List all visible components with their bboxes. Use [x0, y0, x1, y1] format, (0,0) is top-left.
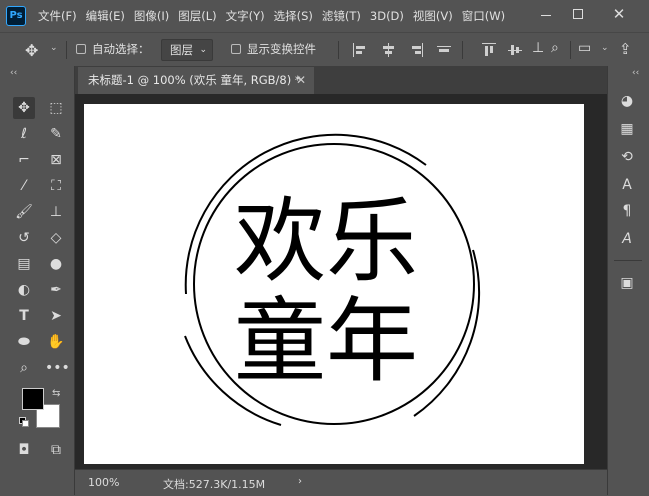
menu-window[interactable]: 窗口(W) [462, 8, 510, 24]
lasso-tool-icon[interactable]: ℓ [13, 123, 35, 145]
history-panel-icon[interactable]: ⟲ [616, 146, 638, 168]
move-options-icon[interactable]: ✥ [25, 41, 38, 60]
ellipse-tool-icon[interactable]: ⬬ [13, 331, 35, 353]
dodge-tool-icon[interactable]: ◐ [13, 279, 35, 301]
right-panel-dock: ‹‹ ◕ ▦ ⟲ A ¶ A ▣ [607, 66, 649, 495]
divider [570, 41, 571, 59]
type-tool-icon[interactable]: T [13, 305, 35, 327]
minimize-button[interactable] [541, 15, 551, 16]
spot-healing-tool-icon[interactable]: ⛶ [45, 175, 67, 197]
menu-layer[interactable]: 图层(L) [178, 8, 221, 24]
auto-select-label: 自动选择： [92, 42, 150, 56]
marquee-tool-icon[interactable]: ⬚ [45, 97, 67, 119]
menu-type[interactable]: 文字(Y) [226, 8, 270, 24]
share-icon[interactable]: ⇪ [619, 40, 632, 58]
chevron-down-icon[interactable]: ⌄ [601, 43, 609, 53]
zoom-tool-icon[interactable]: ⌕ [13, 357, 35, 379]
art-text-line2[interactable]: 童年 [234, 296, 418, 388]
document-size-info: 文档:527.3K/1.15M [163, 478, 266, 491]
divider [66, 41, 67, 59]
photoshop-logo: Ps [6, 6, 26, 26]
glyphs-panel-icon[interactable]: A [616, 228, 638, 250]
history-brush-tool-icon[interactable]: ↺ [13, 227, 35, 249]
maximize-button[interactable] [573, 9, 583, 19]
document-tab[interactable]: 未标题-1 @ 100% (欢乐 童年, RGB/8) * ✕ [78, 67, 314, 94]
chevron-down-icon: ⌄ [199, 45, 207, 55]
character-panel-icon[interactable]: A [616, 174, 638, 196]
close-tab-icon[interactable]: ✕ [296, 67, 306, 94]
default-colors-icon[interactable] [19, 417, 29, 427]
path-selection-tool-icon[interactable]: ➤ [45, 305, 67, 327]
auto-select-checkbox[interactable] [76, 44, 86, 54]
distribute-top-icon[interactable] [482, 43, 496, 57]
show-transform-checkbox[interactable] [231, 44, 241, 54]
3d-mode-icon[interactable]: ▭ [578, 40, 591, 56]
layers-panel-icon[interactable]: ▣ [616, 272, 638, 294]
align-left-icon[interactable] [353, 43, 367, 57]
collapse-icon[interactable]: ‹‹ [10, 68, 17, 78]
auto-select-target-dropdown[interactable]: 图层 ⌄ [161, 39, 213, 61]
divider [338, 41, 339, 59]
crop-tool-icon[interactable]: ⌐ [13, 149, 35, 171]
menu-view[interactable]: 视图(V) [413, 8, 458, 24]
more-tools-icon[interactable]: ••• [45, 357, 70, 379]
pen-tool-icon[interactable]: ✒ [45, 279, 67, 301]
document-tab-title: 未标题-1 @ 100% (欢乐 童年, RGB/8) * [88, 73, 301, 87]
zoom-level[interactable]: 100% [88, 476, 119, 489]
menu-select[interactable]: 选择(S) [274, 8, 318, 24]
magnify-icon[interactable]: ⌕ [551, 40, 559, 56]
distribute-bottom-icon[interactable]: ⊥ [532, 40, 544, 56]
quick-selection-tool-icon[interactable]: ✎ [45, 123, 67, 145]
quick-mask-icon[interactable]: ◘ [13, 439, 35, 461]
menu-3d[interactable]: 3D(D) [370, 9, 409, 23]
screen-mode-icon[interactable]: ⧉ [45, 439, 67, 461]
brush-tool-icon[interactable]: 🖌 [13, 201, 35, 223]
frame-tool-icon[interactable]: ⊠ [45, 149, 67, 171]
foreground-color-swatch[interactable] [22, 388, 44, 410]
divider [614, 260, 642, 261]
color-panel-icon[interactable]: ◕ [616, 90, 638, 112]
move-tool-icon[interactable]: ✥ [13, 97, 35, 119]
document-canvas[interactable]: 欢乐 童年 [84, 104, 584, 464]
status-menu-arrow-icon[interactable]: › [298, 476, 302, 487]
tools-panel: ‹‹ ✥ ⬚ ℓ ✎ ⌐ ⊠ ⁄ ⛶ 🖌 ⊥ ↺ ◇ ▤ ● ◐ ✒ T ➤ ⬬… [0, 66, 75, 495]
menu-image[interactable]: 图像(I) [134, 8, 174, 24]
menu-filter[interactable]: 滤镜(T) [322, 8, 366, 24]
art-text-line1[interactable]: 欢乐 [234, 196, 418, 288]
status-bar: 100% 文档:527.3K/1.15M › [75, 469, 607, 496]
close-window-button[interactable]: ✕ [604, 4, 634, 24]
menu-bar: Ps 文件(F) 编辑(E) 图像(I) 图层(L) 文字(Y) 选择(S) 滤… [0, 0, 649, 32]
menu-file[interactable]: 文件(F) [38, 8, 82, 24]
auto-select-target-value: 图层 [170, 43, 193, 57]
divider [462, 41, 463, 59]
swatches-panel-icon[interactable]: ▦ [616, 118, 638, 140]
eyedropper-tool-icon[interactable]: ⁄ [13, 175, 35, 197]
align-top-icon[interactable] [437, 43, 451, 57]
blur-tool-icon[interactable]: ● [45, 253, 67, 275]
gradient-tool-icon[interactable]: ▤ [13, 253, 35, 275]
eraser-tool-icon[interactable]: ◇ [45, 227, 67, 249]
align-right-icon[interactable] [409, 43, 423, 57]
swap-colors-icon[interactable]: ⇆ [52, 388, 60, 399]
collapse-icon[interactable]: ‹‹ [632, 68, 639, 78]
hand-tool-icon[interactable]: ✋ [45, 331, 67, 353]
paragraph-panel-icon[interactable]: ¶ [616, 200, 638, 222]
chevron-down-icon[interactable]: ⌄ [50, 43, 58, 53]
show-transform-label: 显示变换控件 [247, 42, 316, 56]
align-center-horizontal-icon[interactable] [381, 43, 395, 57]
options-bar: ✥ ⌄ 自动选择： 图层 ⌄ 显示变换控件 ⊥ ⌕ ▭ ⌄ ⇪ [0, 32, 649, 68]
distribute-middle-icon[interactable] [508, 43, 522, 57]
menu-items: 文件(F) 编辑(E) 图像(I) 图层(L) 文字(Y) 选择(S) 滤镜(T… [38, 0, 514, 32]
menu-edit[interactable]: 编辑(E) [86, 8, 130, 24]
clone-stamp-tool-icon[interactable]: ⊥ [45, 201, 67, 223]
